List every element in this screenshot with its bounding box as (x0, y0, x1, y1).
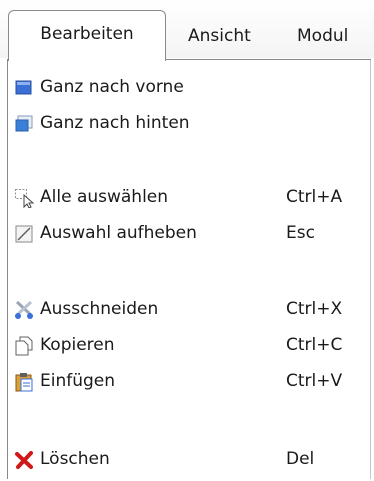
menu-bar: Bearbeiten Ansicht Modul (0, 0, 374, 61)
menu-item-bring-to-front[interactable]: Ganz nach vorne (8, 71, 368, 103)
menu-item-shortcut: Del (286, 449, 315, 469)
menu-item-label: Löschen (40, 449, 110, 469)
scissors-icon (14, 299, 34, 319)
menu-item-delete[interactable]: Löschen Del (8, 443, 368, 475)
menu-item-label: Ausschneiden (40, 299, 159, 319)
menu-tab-bearbeiten[interactable]: Bearbeiten (8, 10, 166, 61)
menu-item-send-to-back[interactable]: Ganz nach hinten (8, 107, 368, 139)
menu-item-label: Ganz nach hinten (40, 113, 190, 133)
menu-item-deselect[interactable]: Auswahl aufheben Esc (8, 217, 368, 249)
menu-item-cut[interactable]: Ausschneiden Ctrl+X (8, 293, 368, 325)
menu-item-shortcut: Ctrl+X (286, 299, 343, 319)
menu-item-shortcut: Ctrl+C (286, 335, 343, 355)
deselect-icon (14, 223, 34, 243)
menu-item-shortcut: Esc (286, 223, 315, 243)
menu-tab-ansicht[interactable]: Ansicht (188, 14, 251, 58)
menu-item-select-all[interactable]: Alle auswählen Ctrl+A (8, 181, 368, 213)
menu-item-label: Ganz nach vorne (40, 77, 184, 97)
menu-item-label: Alle auswählen (40, 187, 169, 207)
menu-item-shortcut: Ctrl+A (286, 187, 343, 207)
delete-icon (14, 449, 34, 469)
copy-icon (14, 335, 34, 356)
menu-item-copy[interactable]: Kopieren Ctrl+C (8, 329, 368, 361)
menu-item-label: Kopieren (40, 335, 115, 355)
menu-tab-modul[interactable]: Modul (297, 14, 348, 58)
menu-item-shortcut: Ctrl+V (286, 371, 343, 391)
menu-item-label: Einfügen (40, 371, 116, 391)
select-all-icon (14, 187, 35, 209)
edit-menu-dropdown: Ganz nach vorne Ganz nach hinten Alle au… (7, 59, 371, 479)
bring-to-front-icon (14, 77, 34, 97)
send-to-back-icon (14, 113, 34, 133)
paste-icon (14, 371, 34, 392)
menu-item-label: Auswahl aufheben (40, 223, 197, 243)
menu-item-paste[interactable]: Einfügen Ctrl+V (8, 365, 368, 397)
